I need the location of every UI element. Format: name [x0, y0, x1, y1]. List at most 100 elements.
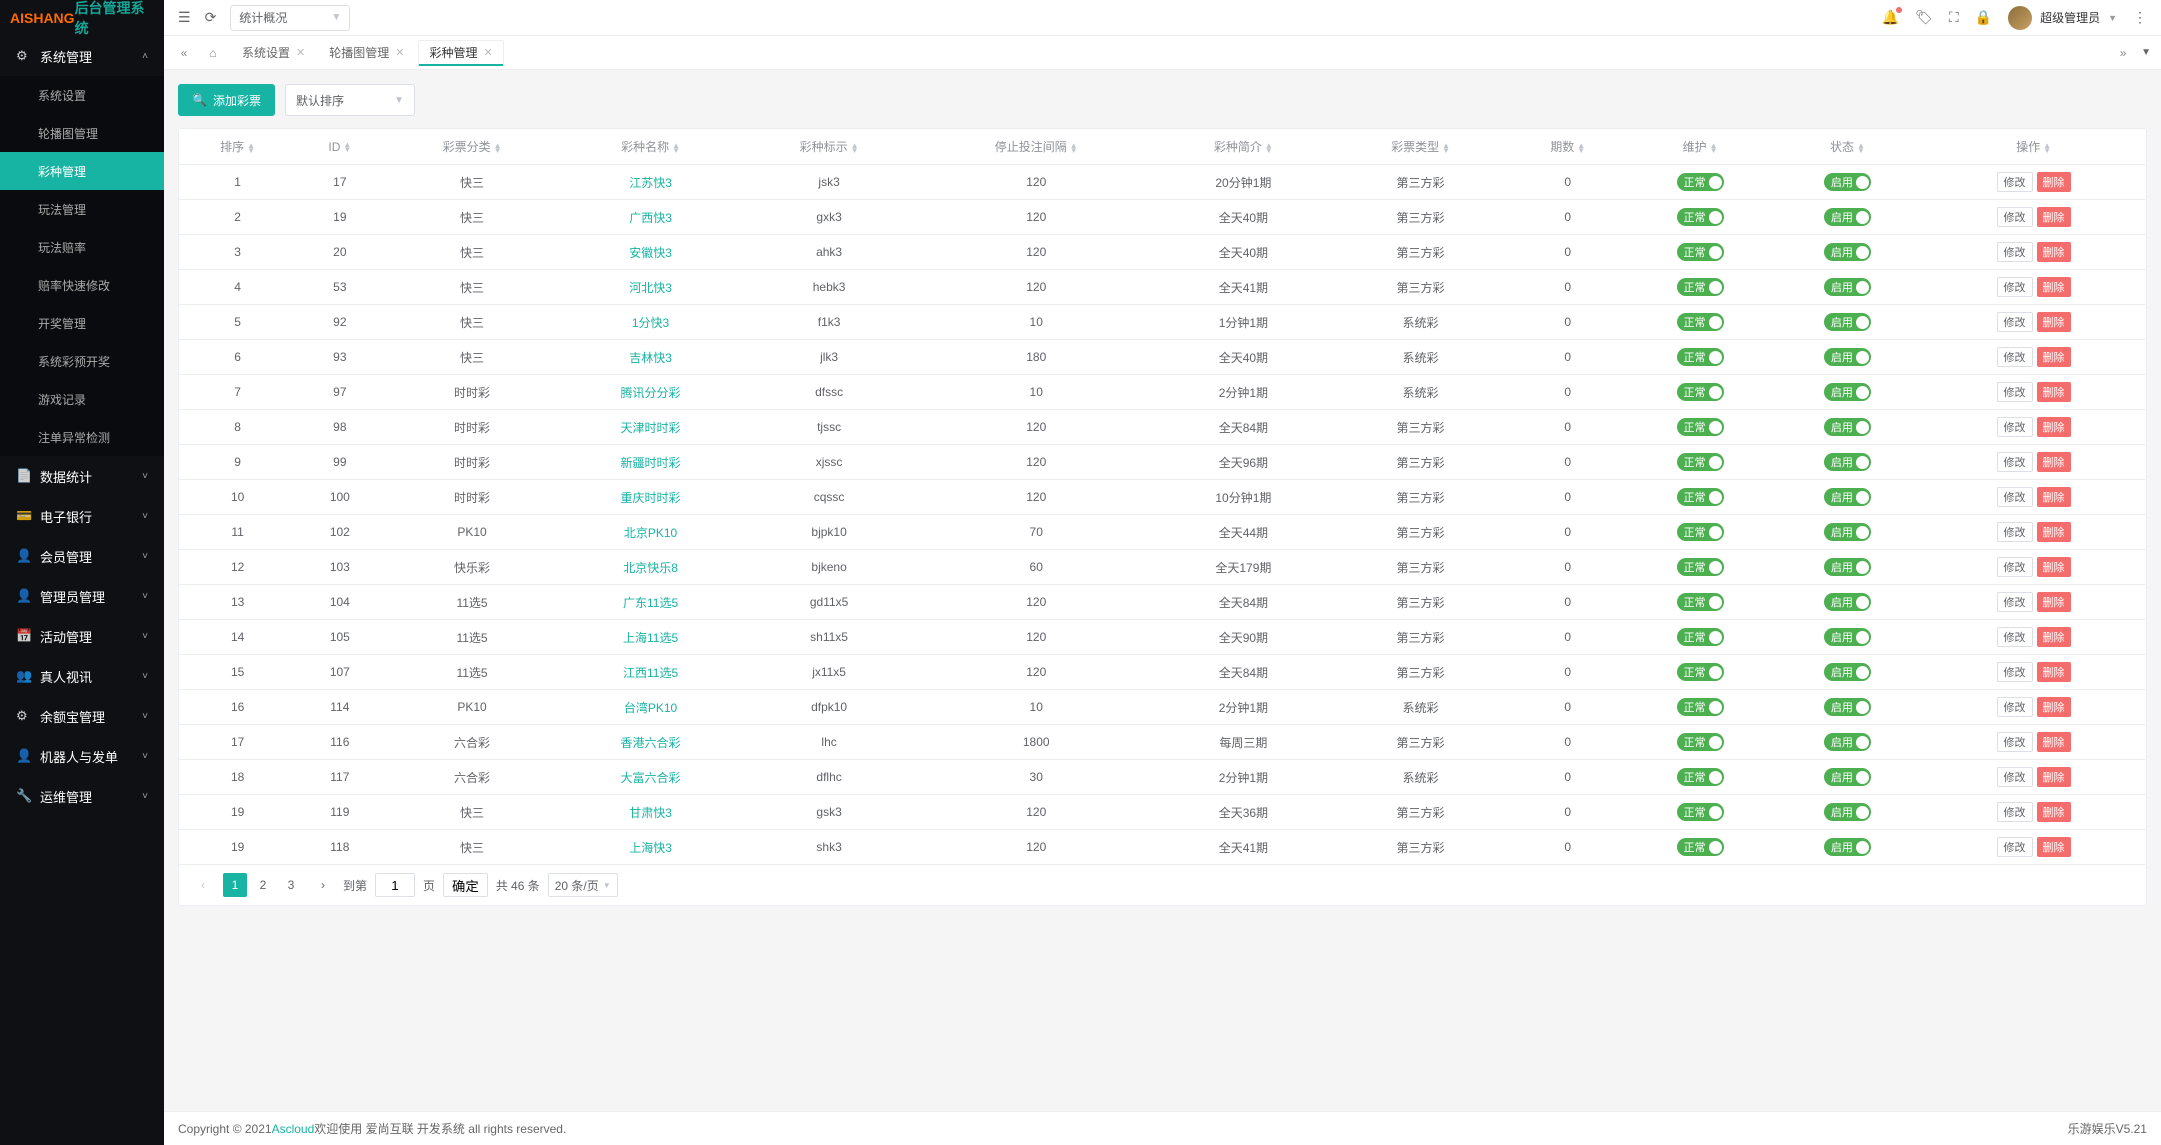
status-toggle[interactable]: 启用 — [1824, 383, 1871, 401]
sort-icon[interactable]: ▲▼ — [1710, 143, 1718, 153]
status-toggle[interactable]: 启用 — [1824, 278, 1871, 296]
lottery-name-link[interactable]: 江苏快3 — [629, 176, 672, 190]
user-menu[interactable]: 超级管理员 ▼ — [2008, 6, 2117, 30]
menu-group-1[interactable]: 📄数据统计˅ — [0, 456, 164, 496]
menu-item[interactable]: 轮播图管理 — [0, 114, 164, 152]
edit-button[interactable]: 修改 — [1997, 172, 2033, 192]
maintain-toggle[interactable]: 正常 — [1677, 383, 1724, 401]
delete-button[interactable]: 删除 — [2037, 802, 2071, 822]
status-toggle[interactable]: 启用 — [1824, 733, 1871, 751]
menu-group-3[interactable]: 👤会员管理˅ — [0, 536, 164, 576]
edit-button[interactable]: 修改 — [1997, 837, 2033, 857]
edit-button[interactable]: 修改 — [1997, 382, 2033, 402]
maintain-toggle[interactable]: 正常 — [1677, 663, 1724, 681]
tag-icon[interactable]: 🏷 — [1915, 9, 1933, 26]
maintain-toggle[interactable]: 正常 — [1677, 418, 1724, 436]
menu-group-5[interactable]: 📅活动管理˅ — [0, 616, 164, 656]
pager-page[interactable]: 3 — [279, 873, 303, 897]
maintain-toggle[interactable]: 正常 — [1677, 838, 1724, 856]
home-tab-icon[interactable]: ⌂ — [200, 40, 226, 66]
delete-button[interactable]: 删除 — [2037, 382, 2071, 402]
status-toggle[interactable]: 启用 — [1824, 173, 1871, 191]
maintain-toggle[interactable]: 正常 — [1677, 208, 1724, 226]
top-select[interactable]: 统计概况 ▼ — [230, 5, 350, 31]
menu-group-4[interactable]: 👤管理员管理˅ — [0, 576, 164, 616]
edit-button[interactable]: 修改 — [1997, 662, 2033, 682]
status-toggle[interactable]: 启用 — [1824, 418, 1871, 436]
maintain-toggle[interactable]: 正常 — [1677, 348, 1724, 366]
delete-button[interactable]: 删除 — [2037, 347, 2071, 367]
refresh-icon[interactable]: ⟳ — [205, 9, 217, 26]
edit-button[interactable]: 修改 — [1997, 767, 2033, 787]
tabs-next-icon[interactable]: » — [2113, 46, 2133, 60]
maintain-toggle[interactable]: 正常 — [1677, 803, 1724, 821]
maintain-toggle[interactable]: 正常 — [1677, 243, 1724, 261]
maintain-toggle[interactable]: 正常 — [1677, 313, 1724, 331]
delete-button[interactable]: 删除 — [2037, 557, 2071, 577]
status-toggle[interactable]: 启用 — [1824, 488, 1871, 506]
column-header[interactable]: 彩种标示▲▼ — [741, 129, 918, 165]
pager-next[interactable]: › — [311, 873, 335, 897]
lock-icon[interactable]: 🔒 — [1975, 9, 1992, 26]
edit-button[interactable]: 修改 — [1997, 557, 2033, 577]
close-icon[interactable]: ✕ — [296, 46, 305, 59]
delete-button[interactable]: 删除 — [2037, 487, 2071, 507]
sort-icon[interactable]: ▲▼ — [1442, 143, 1450, 153]
lottery-name-link[interactable]: 北京PK10 — [624, 526, 677, 540]
column-header[interactable]: 期数▲▼ — [1509, 129, 1626, 165]
sort-icon[interactable]: ▲▼ — [1857, 143, 1865, 153]
menu-item[interactable]: 赔率快速修改 — [0, 266, 164, 304]
lottery-name-link[interactable]: 上海快3 — [629, 841, 672, 855]
more-icon[interactable]: ⋮ — [2133, 9, 2147, 26]
edit-button[interactable]: 修改 — [1997, 452, 2033, 472]
status-toggle[interactable]: 启用 — [1824, 523, 1871, 541]
pager-page[interactable]: 1 — [223, 873, 247, 897]
status-toggle[interactable]: 启用 — [1824, 803, 1871, 821]
status-toggle[interactable]: 启用 — [1824, 453, 1871, 471]
delete-button[interactable]: 删除 — [2037, 732, 2071, 752]
lottery-name-link[interactable]: 河北快3 — [629, 281, 672, 295]
pager-confirm-button[interactable]: 确定 — [443, 873, 488, 897]
maintain-toggle[interactable]: 正常 — [1677, 278, 1724, 296]
menu-item[interactable]: 游戏记录 — [0, 380, 164, 418]
menu-group-6[interactable]: 👥真人视讯˅ — [0, 656, 164, 696]
column-header[interactable]: 彩种简介▲▼ — [1155, 129, 1332, 165]
status-toggle[interactable]: 启用 — [1824, 838, 1871, 856]
lottery-name-link[interactable]: 台湾PK10 — [624, 701, 677, 715]
maintain-toggle[interactable]: 正常 — [1677, 173, 1724, 191]
status-toggle[interactable]: 启用 — [1824, 208, 1871, 226]
lottery-name-link[interactable]: 江西11选5 — [623, 666, 678, 680]
fullscreen-icon[interactable]: ⛶ — [1949, 9, 1959, 26]
status-toggle[interactable]: 启用 — [1824, 663, 1871, 681]
column-header[interactable]: 停止投注间隔▲▼ — [918, 129, 1155, 165]
tab[interactable]: 轮播图管理✕ — [319, 40, 414, 66]
lottery-name-link[interactable]: 1分快3 — [632, 316, 669, 330]
maintain-toggle[interactable]: 正常 — [1677, 558, 1724, 576]
delete-button[interactable]: 删除 — [2037, 172, 2071, 192]
lottery-name-link[interactable]: 大富六合彩 — [621, 771, 681, 785]
menu-item[interactable]: 系统设置 — [0, 76, 164, 114]
column-header[interactable]: 维护▲▼ — [1626, 129, 1773, 165]
menu-group-8[interactable]: 👤机器人与发单˅ — [0, 736, 164, 776]
delete-button[interactable]: 删除 — [2037, 417, 2071, 437]
edit-button[interactable]: 修改 — [1997, 207, 2033, 227]
status-toggle[interactable]: 启用 — [1824, 768, 1871, 786]
maintain-toggle[interactable]: 正常 — [1677, 733, 1724, 751]
sort-icon[interactable]: ▲▼ — [247, 143, 255, 153]
edit-button[interactable]: 修改 — [1997, 347, 2033, 367]
menu-item[interactable]: 玩法管理 — [0, 190, 164, 228]
bell-icon[interactable]: 🔔 — [1882, 9, 1899, 26]
delete-button[interactable]: 删除 — [2037, 242, 2071, 262]
footer-brand[interactable]: Ascloud — [272, 1122, 315, 1136]
status-toggle[interactable]: 启用 — [1824, 628, 1871, 646]
maintain-toggle[interactable]: 正常 — [1677, 453, 1724, 471]
status-toggle[interactable]: 启用 — [1824, 313, 1871, 331]
pager-goto-input[interactable] — [375, 873, 415, 897]
tabs-prev-icon[interactable]: « — [174, 46, 194, 60]
menu-item[interactable]: 彩种管理 — [0, 152, 164, 190]
sort-select[interactable]: 默认排序 ▼ — [285, 84, 415, 116]
delete-button[interactable]: 删除 — [2037, 452, 2071, 472]
column-header[interactable]: ID▲▼ — [296, 129, 383, 165]
lottery-name-link[interactable]: 北京快乐8 — [623, 561, 678, 575]
lottery-name-link[interactable]: 天津时时彩 — [621, 421, 681, 435]
